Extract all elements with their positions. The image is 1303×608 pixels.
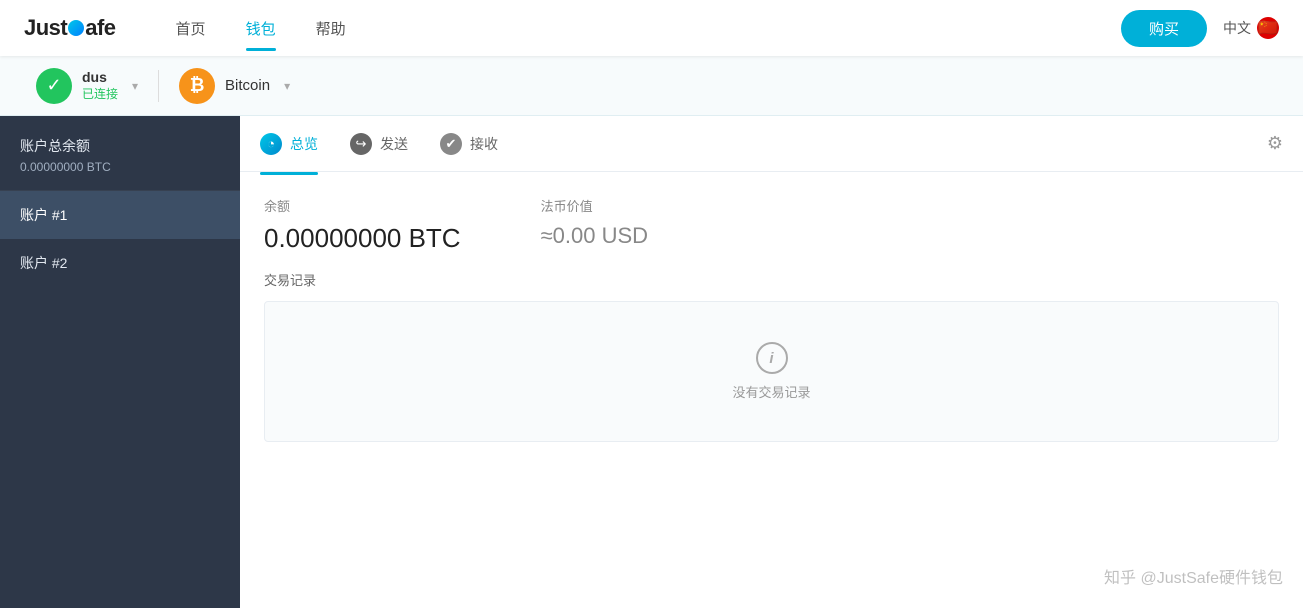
sidebar-total-value: 0.00000000 BTC (20, 160, 220, 174)
receive-icon: ✔ (440, 133, 462, 155)
transactions-empty-text: 没有交易记录 (732, 382, 810, 401)
header-right: 购买 中文 (1121, 10, 1279, 47)
transactions-empty: i 没有交易记录 (264, 301, 1279, 442)
sidebar-account-1[interactable]: 账户 #1 (0, 191, 240, 239)
wallet-status-icon: ✓ (36, 68, 72, 104)
balance-label: 余额 (264, 196, 461, 215)
tab-send-label: 发送 (380, 134, 408, 154)
fiat-value: ≈0.00 USD (541, 223, 648, 249)
overview-icon: ◔ (260, 133, 282, 155)
wallet-selector[interactable]: ✓ dus 已连接 ▾ (24, 60, 150, 112)
fiat-group: 法币价值 ≈0.00 USD (541, 196, 648, 254)
nav-home[interactable]: 首页 (176, 14, 206, 43)
info-icon: i (756, 342, 788, 374)
nav-wallet[interactable]: 钱包 (246, 14, 276, 43)
tab-receive[interactable]: ✔ 接收 (440, 129, 498, 159)
btc-icon: ₿ (179, 68, 215, 104)
balance-group: 余额 0.00000000 BTC (264, 196, 461, 254)
content-area: ◔ 总览 ↪ 发送 ✔ 接收 ⚙ 余额 0.00000000 BTC 法币价值 … (240, 116, 1303, 608)
sidebar-account-2[interactable]: 账户 #2 (0, 239, 240, 287)
send-icon: ↪ (350, 133, 372, 155)
lang-label: 中文 (1223, 18, 1251, 38)
settings-icon[interactable]: ⚙ (1267, 133, 1283, 154)
wallet-name: dus (82, 69, 118, 85)
sidebar: 账户总余额 0.00000000 BTC 账户 #1 账户 #2 (0, 116, 240, 608)
main-nav: 首页 钱包 帮助 (176, 14, 1121, 43)
coin-selector[interactable]: ₿ Bitcoin ▾ (167, 60, 302, 112)
coin-chevron-icon: ▾ (284, 79, 290, 93)
sidebar-total-label: 账户总余额 (20, 136, 220, 156)
tabs-bar: ◔ 总览 ↪ 发送 ✔ 接收 ⚙ (240, 116, 1303, 172)
tab-overview-label: 总览 (290, 134, 318, 154)
main-area: 账户总余额 0.00000000 BTC 账户 #1 账户 #2 ◔ 总览 ↪ … (0, 116, 1303, 608)
balance-section: 余额 0.00000000 BTC 法币价值 ≈0.00 USD (240, 172, 1303, 270)
header: Justafe 首页 钱包 帮助 购买 中文 (0, 0, 1303, 56)
fiat-label: 法币价值 (541, 196, 648, 215)
flag-icon (1257, 17, 1279, 39)
tab-receive-label: 接收 (470, 134, 498, 154)
sidebar-total: 账户总余额 0.00000000 BTC (0, 116, 240, 191)
buy-button[interactable]: 购买 (1121, 10, 1207, 47)
logo-ball-icon (68, 20, 84, 36)
wallet-status-text: 已连接 (82, 85, 118, 102)
divider (158, 70, 159, 102)
tab-send[interactable]: ↪ 发送 (350, 129, 408, 159)
transactions-label: 交易记录 (264, 270, 1279, 289)
balance-value: 0.00000000 BTC (264, 223, 461, 254)
wallet-chevron-icon: ▾ (132, 79, 138, 93)
transactions-section: 交易记录 i 没有交易记录 (240, 270, 1303, 442)
sub-header: ✓ dus 已连接 ▾ ₿ Bitcoin ▾ (0, 56, 1303, 116)
lang-selector[interactable]: 中文 (1223, 17, 1279, 39)
coin-name: Bitcoin (225, 77, 270, 94)
nav-help[interactable]: 帮助 (316, 14, 346, 43)
logo: Justafe (24, 15, 116, 41)
tab-overview[interactable]: ◔ 总览 (260, 129, 318, 159)
